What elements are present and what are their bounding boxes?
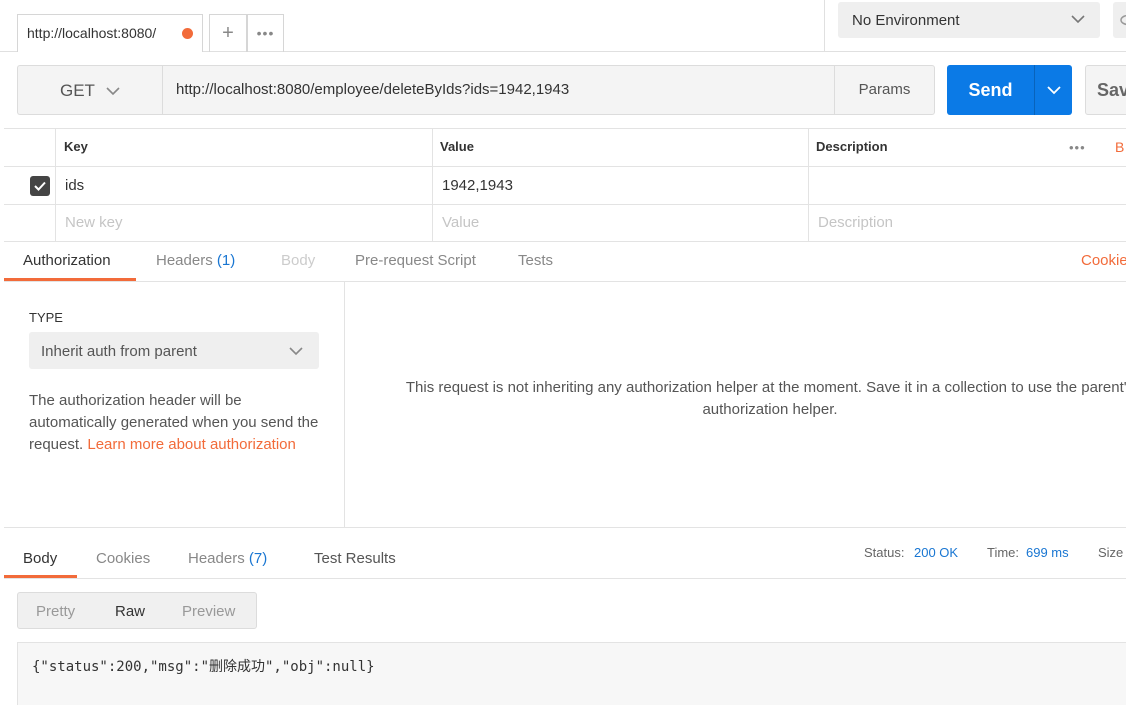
response-tab-test-results[interactable]: Test Results <box>314 550 396 567</box>
active-tab-indicator <box>4 575 77 578</box>
unsaved-indicator-icon <box>182 28 193 39</box>
column-header-value: Value <box>440 139 474 154</box>
tab-authorization[interactable]: Authorization <box>23 252 111 269</box>
status-label: Status: <box>864 545 905 560</box>
method-label: GET <box>60 81 95 100</box>
auth-type-select[interactable]: Inherit auth from parent <box>29 332 319 369</box>
response-tab-headers-label: Headers <box>188 550 245 567</box>
response-tab-headers-count: (7) <box>248 550 268 567</box>
column-header-key: Key <box>64 139 88 154</box>
new-description-input[interactable]: Description <box>818 214 893 231</box>
response-tab-cookies[interactable]: Cookies <box>96 550 150 567</box>
tab-headers-count: (1) <box>216 252 236 269</box>
auth-type-panel: TYPE Inherit auth from parent The author… <box>4 282 345 527</box>
send-options-button[interactable] <box>1034 65 1072 115</box>
url-input[interactable]: http://localhost:8080/employee/deleteByI… <box>162 65 834 115</box>
save-button[interactable]: Sav <box>1085 65 1126 115</box>
params-table: Key Value Description ••• B ids 1942,194… <box>4 128 1126 242</box>
request-tab-bar: http://localhost:8080/ + ••• <box>0 0 824 52</box>
response-tab-headers[interactable]: Headers (7) <box>188 550 267 567</box>
param-row-checkbox[interactable] <box>30 176 50 196</box>
auth-type-label: TYPE <box>29 310 63 325</box>
active-tab-indicator <box>4 278 136 281</box>
tab-tests[interactable]: Tests <box>518 252 553 269</box>
learn-more-auth-link[interactable]: Learn more about authorization <box>87 436 295 453</box>
more-tabs-button[interactable]: ••• <box>247 14 284 52</box>
add-tab-button[interactable]: + <box>209 14 247 52</box>
checkmark-icon <box>34 181 46 191</box>
time-label: Time: <box>987 545 1020 560</box>
new-key-input[interactable]: New key <box>65 214 123 231</box>
format-preview-button[interactable]: Preview <box>182 603 235 620</box>
format-pretty-button[interactable]: Pretty <box>36 603 75 620</box>
send-button[interactable]: Send <box>947 65 1034 115</box>
tab-headers[interactable]: Headers (1) <box>156 252 235 269</box>
auth-detail-panel: This request is not inheriting any autho… <box>345 282 1126 527</box>
chevron-down-icon <box>106 87 120 96</box>
bulk-edit-link[interactable]: B <box>1115 139 1124 155</box>
param-value-cell[interactable]: 1942,1943 <box>442 177 513 194</box>
eye-icon <box>1120 14 1126 26</box>
environment-select-label: No Environment <box>852 12 960 29</box>
column-header-description: Description <box>816 139 888 154</box>
tab-body[interactable]: Body <box>281 252 315 269</box>
status-value: 200 OK <box>914 545 959 560</box>
environment-area: No Environment <box>824 0 1126 52</box>
new-value-input[interactable]: Value <box>442 214 479 231</box>
cookies-link[interactable]: Cookie <box>1081 252 1126 269</box>
request-tab[interactable]: http://localhost:8080/ <box>17 14 203 52</box>
chevron-down-icon <box>1047 86 1061 95</box>
response-tabs: Body Cookies Headers (7) Test Results St… <box>4 528 1126 579</box>
environment-select[interactable]: No Environment <box>838 2 1100 38</box>
auth-inherit-message: This request is not inheriting any autho… <box>405 379 1126 418</box>
param-key-cell[interactable]: ids <box>65 177 84 194</box>
chevron-down-icon <box>1071 15 1085 24</box>
request-section-tabs: Authorization Headers (1) Body Pre-reque… <box>4 243 1126 282</box>
time-value: 699 ms <box>1026 545 1069 560</box>
params-button[interactable]: Params <box>834 65 935 115</box>
response-format-toggle: Pretty Raw Preview <box>17 592 257 629</box>
format-raw-button[interactable]: Raw <box>115 603 145 620</box>
chevron-down-icon <box>289 347 303 356</box>
table-more-options-button[interactable]: ••• <box>1069 140 1086 155</box>
tab-headers-label: Headers <box>156 252 213 269</box>
response-tab-body[interactable]: Body <box>23 550 57 567</box>
response-body[interactable]: {"status":200,"msg":"删除成功","obj":null} <box>17 642 1126 705</box>
request-tab-label: http://localhost:8080/ <box>27 25 157 41</box>
auth-description: The authorization header will be automat… <box>29 390 324 456</box>
environment-quick-look-button[interactable] <box>1113 2 1126 38</box>
auth-type-value: Inherit auth from parent <box>41 343 197 360</box>
tab-pre-request-script[interactable]: Pre-request Script <box>355 252 476 269</box>
response-panel: Body Cookies Headers (7) Test Results St… <box>4 527 1126 705</box>
size-label: Size <box>1098 545 1124 560</box>
response-body-text: {"status":200,"msg":"删除成功","obj":null} <box>32 659 375 675</box>
method-select[interactable]: GET <box>17 65 162 115</box>
